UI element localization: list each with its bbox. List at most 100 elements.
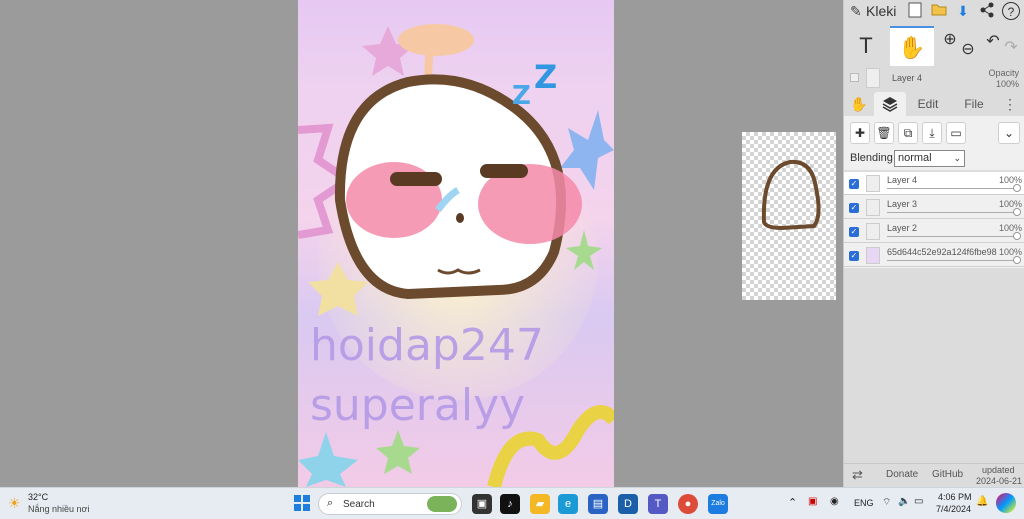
duplicate-layer-button[interactable]: ⧉ <box>898 122 918 144</box>
layer-name: Layer 4 <box>887 175 918 185</box>
blending-select[interactable]: normal ⌄ <box>894 150 965 167</box>
layer-visibility-checkbox[interactable]: ✓ <box>849 251 859 261</box>
layers-icon <box>882 97 898 112</box>
layer-row[interactable]: ✓ Layer 4 100% <box>844 172 1024 195</box>
layer-opacity-knob[interactable] <box>1013 208 1021 216</box>
updated-label: updated <box>982 465 1015 475</box>
layer-visibility-checkbox[interactable] <box>850 73 859 82</box>
tab-edit[interactable]: Edit <box>912 92 944 116</box>
opacity-value: 100% <box>995 79 1019 89</box>
more-menu-icon[interactable]: ⋮ <box>1002 92 1018 116</box>
layer-opacity-slider[interactable] <box>887 260 1017 261</box>
swap-arrows-icon[interactable]: ⇄ <box>852 467 863 483</box>
clock-time[interactable]: 4:06 PM <box>938 492 972 502</box>
current-layer-info: Layer 4 Opacity 100% <box>844 66 1024 92</box>
layer-visibility-checkbox[interactable]: ✓ <box>849 179 859 189</box>
opacity-label: Opacity <box>988 68 1019 78</box>
app-title: Kleki <box>866 3 897 19</box>
layer-name: Layer 2 <box>887 223 918 233</box>
tray-app-icon[interactable]: ▣ <box>808 496 817 507</box>
layer-opacity-knob[interactable] <box>1013 256 1021 264</box>
tab-hand-icon[interactable]: ✋ <box>848 92 870 116</box>
language-indicator[interactable]: ENG <box>854 498 874 508</box>
green-star-shape-bottom <box>376 430 420 474</box>
tab-layers[interactable] <box>874 92 906 116</box>
new-file-icon[interactable] <box>906 2 924 20</box>
layer-opacity-slider[interactable] <box>887 212 1017 213</box>
copilot-icon[interactable] <box>996 493 1016 513</box>
zzz-glyph-2: Z <box>534 58 557 96</box>
rename-layer-button[interactable]: ▭ <box>946 122 966 144</box>
layer-opacity-knob[interactable] <box>1013 232 1021 240</box>
merge-layer-button[interactable]: ⤓ <box>922 122 942 144</box>
layer-thumbnail <box>866 199 880 216</box>
layer-opacity-knob[interactable] <box>1013 184 1021 192</box>
search-placeholder: Search <box>343 499 375 510</box>
layer-opacity-slider[interactable] <box>887 236 1017 237</box>
layer-thumbnail <box>866 223 880 240</box>
zalo-icon[interactable]: Zalo <box>708 494 728 514</box>
canvas-workspace[interactable]: Z Z hoidap247 superalyy <box>0 0 843 487</box>
delete-layer-button[interactable]: 🗑 <box>874 122 894 144</box>
tray-security-icon[interactable]: ◉ <box>830 496 839 507</box>
redo-button[interactable]: ↷ <box>1002 26 1020 66</box>
teams-icon[interactable]: T <box>648 494 668 514</box>
chrome-icon[interactable]: ● <box>678 494 698 514</box>
artwork-illustration: Z Z hoidap247 superalyy <box>298 24 614 487</box>
help-icon[interactable]: ? <box>1002 2 1020 20</box>
select-chevron-icon: ⌄ <box>953 153 961 163</box>
panel-footer: ⇄ Donate GitHub updated 2024-06-21 <box>844 463 1024 487</box>
kleki-logo-icon: ✎ <box>850 3 862 19</box>
tray-chevron-up-icon[interactable]: ⌃ <box>788 496 797 509</box>
layer-dropdown-chevron-icon[interactable]: ⌄ <box>998 122 1020 144</box>
store-icon[interactable]: ▤ <box>588 494 608 514</box>
dell-icon[interactable]: D <box>618 494 638 514</box>
hand-tool-button[interactable]: ✋ <box>890 26 934 66</box>
watermark-text-2: superalyy <box>310 380 525 431</box>
text-tool-button[interactable]: T <box>844 26 888 66</box>
blending-row: Blending normal ⌄ <box>844 148 1024 170</box>
layer-visibility-checkbox[interactable]: ✓ <box>849 227 859 237</box>
layer-row[interactable]: ✓ Layer 2 100% <box>844 220 1024 243</box>
task-view-icon[interactable]: ▣ <box>472 494 492 514</box>
search-icon: ⌕ <box>327 497 334 509</box>
search-highlight-icon <box>427 496 457 512</box>
taskbar-search[interactable]: ⌕ Search <box>318 493 462 515</box>
add-layer-button[interactable]: ✚ <box>850 122 870 144</box>
watermark-text-1: hoidap247 <box>310 320 544 371</box>
tab-file[interactable]: File <box>956 92 992 116</box>
weather-temp[interactable]: 32°C <box>28 492 48 502</box>
layer-preview-thumbnail <box>742 132 836 300</box>
undo-button[interactable]: ↶ <box>984 26 1002 66</box>
zoom-in-button[interactable]: ⊕ <box>940 26 960 66</box>
panel-tabs: ✋ Edit File ⋮ <box>844 92 1024 116</box>
folder-icon[interactable] <box>930 2 948 20</box>
layer-visibility-checkbox[interactable]: ✓ <box>849 203 859 213</box>
cyan-star-shape <box>298 432 358 487</box>
weather-description[interactable]: Nắng nhiều nơi <box>28 504 89 514</box>
layer-row[interactable]: ✓ 65d644c52e92a124f6fbe98a2f 100% <box>844 244 1024 267</box>
donate-link[interactable]: Donate <box>886 469 918 480</box>
layer-opacity-slider[interactable] <box>887 188 1017 189</box>
edge-browser-icon[interactable]: e <box>558 494 578 514</box>
right-tool-panel: ✎ Kleki ⬇ ? T ✋ ⊕ ⊖ ↶ ↷ Layer 4 Opacity … <box>843 0 1024 487</box>
weather-icon[interactable]: ☀ <box>8 495 21 512</box>
share-icon[interactable] <box>978 2 996 20</box>
battery-icon[interactable]: ▭ <box>914 496 923 507</box>
clock-date[interactable]: 7/4/2024 <box>936 504 971 514</box>
layer-thumbnail <box>866 247 880 264</box>
github-link[interactable]: GitHub <box>932 469 963 480</box>
blending-label: Blending <box>850 152 893 164</box>
file-explorer-icon[interactable]: ▰ <box>530 494 550 514</box>
layer-name: Layer 3 <box>887 199 918 209</box>
sprout-leaf <box>398 24 474 56</box>
drawing-canvas[interactable]: Z Z hoidap247 superalyy <box>298 0 614 487</box>
volume-icon[interactable]: 🔈 <box>898 496 910 507</box>
windows-start-icon[interactable] <box>292 494 312 514</box>
tiktok-icon[interactable]: ♪ <box>500 494 520 514</box>
wifi-icon[interactable]: ⌔ <box>882 496 891 509</box>
layer-list: ✓ Layer 4 100% ✓ Layer 3 100% ✓ Layer 2 … <box>844 172 1024 268</box>
notification-bell-icon[interactable]: 🔔 <box>976 496 988 507</box>
layer-row[interactable]: ✓ Layer 3 100% <box>844 196 1024 219</box>
download-icon[interactable]: ⬇ <box>954 2 972 20</box>
